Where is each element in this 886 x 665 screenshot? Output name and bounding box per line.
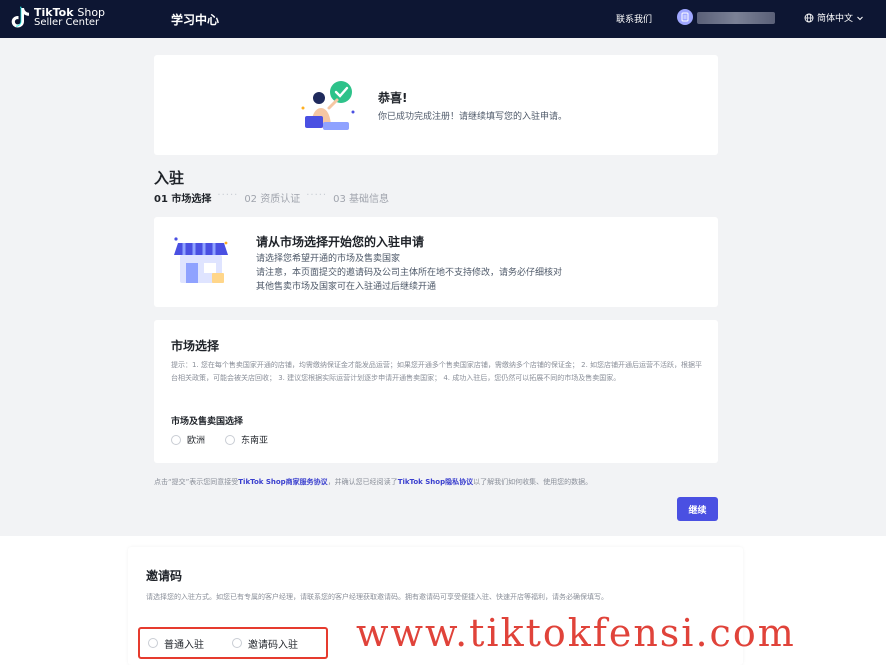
privacy-policy-link[interactable]: TikTok Shop隐私协议 bbox=[398, 478, 473, 486]
radio-europe-label: 欧洲 bbox=[187, 436, 206, 446]
language-label: 简体中文 bbox=[817, 14, 854, 24]
radio-normal-onboarding[interactable]: 普通入驻 bbox=[148, 636, 204, 651]
radio-circle-icon[interactable] bbox=[171, 434, 181, 445]
registration-success-card: 恭喜! 你已成功完成注册！请继续填写您的入驻申请。 bbox=[154, 55, 718, 155]
agreement-prefix: 点击“提交”表示您同意接受 bbox=[154, 478, 239, 486]
stepper: 01 市场选择 ····· 02 资质认证 ····· 03 基础信息 bbox=[154, 190, 389, 205]
radio-circle-icon[interactable] bbox=[232, 638, 242, 648]
watermark-text: www.tiktokfensi.com bbox=[356, 611, 796, 655]
invite-description: 请选择您的入驻方式。如您已有专属的客户经理，请联系您的客户经理获取邀请码。拥有邀… bbox=[146, 593, 608, 601]
radio-circle-icon[interactable] bbox=[225, 434, 236, 445]
radio-europe[interactable]: 欧洲 bbox=[171, 433, 205, 446]
radio-invite-onboarding[interactable]: 邀请码入驻 bbox=[232, 636, 298, 651]
invite-title: 邀请码 bbox=[146, 569, 183, 583]
globe-icon bbox=[804, 13, 814, 22]
contact-us-link[interactable]: 联系我们 bbox=[616, 12, 652, 25]
tiktok-shop-logo[interactable]: TikTok Shop Seller Center bbox=[10, 6, 105, 30]
chevron-down-icon bbox=[857, 16, 863, 20]
avatar[interactable] bbox=[677, 9, 693, 25]
tiktok-note-icon bbox=[10, 6, 30, 30]
agreement-suffix: 以了解我们如何收集、使用您的数据。 bbox=[473, 478, 593, 486]
logo-subtitle: Seller Center bbox=[34, 17, 100, 28]
continue-button[interactable]: 继续 bbox=[677, 497, 718, 521]
radio-circle-icon[interactable] bbox=[148, 638, 158, 648]
step-3: 03 基础信息 bbox=[333, 194, 390, 205]
success-title: 恭喜! bbox=[378, 91, 408, 105]
market-intro-line-3: 其他售卖市场及国家可在入驻通过后继续开通 bbox=[256, 282, 437, 292]
language-selector[interactable]: 简体中文 bbox=[804, 11, 864, 24]
agreement-middle: ，并确认您已经阅读了 bbox=[327, 478, 398, 486]
market-intro-title: 请从市场选择开始您的入驻申请 bbox=[256, 235, 425, 249]
success-illustration-icon bbox=[299, 78, 359, 136]
market-select-tip: 提示：1. 您在每个售卖国家开通的店铺，均需缴纳保证金才能发品运营；如果您开通多… bbox=[171, 361, 703, 382]
storefront-icon bbox=[170, 229, 232, 291]
radio-invite-label: 邀请码入驻 bbox=[248, 639, 298, 651]
top-navbar: TikTok Shop Seller Center 学习中心 联系我们 简体中文 bbox=[0, 0, 886, 38]
market-intro-line-2: 请注意，本页面提交的邀请码及公司主体所在地不支持修改，请务必仔细核对 bbox=[256, 268, 563, 278]
market-country-label: 市场及售卖国选择 bbox=[171, 417, 244, 427]
radio-southeast-asia[interactable]: 东南亚 bbox=[225, 433, 268, 446]
merchant-service-agreement-link[interactable]: TikTok Shop商家服务协议 bbox=[238, 478, 327, 486]
user-doc-icon bbox=[681, 12, 689, 22]
nav-learning-center[interactable]: 学习中心 bbox=[171, 11, 219, 28]
step-2: 02 资质认证 bbox=[244, 194, 301, 205]
market-select-card: 市场选择 提示：1. 您在每个售卖国家开通的店铺，均需缴纳保证金才能发品运营；如… bbox=[154, 320, 718, 463]
success-subtitle: 你已成功完成注册！请继续填写您的入驻申请。 bbox=[378, 112, 568, 122]
radio-southeast-asia-label: 东南亚 bbox=[241, 436, 269, 446]
username-blurred[interactable] bbox=[697, 12, 775, 24]
step-divider: ····· bbox=[217, 190, 239, 201]
invite-options-highlight: 普通入驻 邀请码入驻 bbox=[138, 627, 328, 659]
step-1: 01 市场选择 bbox=[154, 194, 212, 205]
step-divider: ····· bbox=[306, 190, 328, 201]
radio-normal-label: 普通入驻 bbox=[164, 639, 204, 651]
market-intro-card: 请从市场选择开始您的入驻申请 请选择您希望开通的市场及售卖国家 请注意，本页面提… bbox=[154, 217, 718, 307]
market-intro-line-1: 请选择您希望开通的市场及售卖国家 bbox=[256, 254, 401, 264]
market-select-title: 市场选择 bbox=[171, 339, 220, 353]
page-title: 入驻 bbox=[154, 169, 185, 187]
agreement-text: 点击“提交”表示您同意接受TikTok Shop商家服务协议，并确认您已经阅读了… bbox=[154, 477, 592, 487]
